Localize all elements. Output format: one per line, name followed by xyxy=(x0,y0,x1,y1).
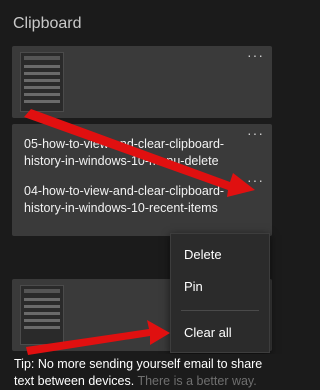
more-options-icon[interactable]: ··· xyxy=(247,173,264,187)
clipboard-item-text: 04-how-to-view-and-clear-clipboard-histo… xyxy=(24,184,225,215)
clipboard-title: Clipboard xyxy=(13,15,82,32)
thumbnail-image xyxy=(20,52,64,112)
clipboard-item-image-1[interactable]: ··· xyxy=(12,46,272,118)
clipboard-item-text-2[interactable]: 04-how-to-view-and-clear-clipboard-histo… xyxy=(12,171,272,236)
more-options-icon[interactable]: ··· xyxy=(247,48,264,62)
menu-separator xyxy=(181,310,259,311)
context-menu: Delete Pin Clear all xyxy=(170,233,270,353)
clipboard-item-text: 05-how-to-view-and-clear-clipboard-histo… xyxy=(24,137,225,168)
thumbnail-image xyxy=(20,285,64,345)
more-options-icon[interactable]: ··· xyxy=(247,126,264,140)
tip-text: Tip: No more sending yourself email to s… xyxy=(14,356,280,390)
tip-link[interactable]: There is a better way. xyxy=(137,374,256,388)
menu-item-delete[interactable]: Delete xyxy=(184,247,222,262)
tip-area: Tip: No more sending yourself email to s… xyxy=(0,354,283,390)
menu-item-clear-all[interactable]: Clear all xyxy=(184,325,232,340)
menu-item-pin[interactable]: Pin xyxy=(184,279,203,294)
